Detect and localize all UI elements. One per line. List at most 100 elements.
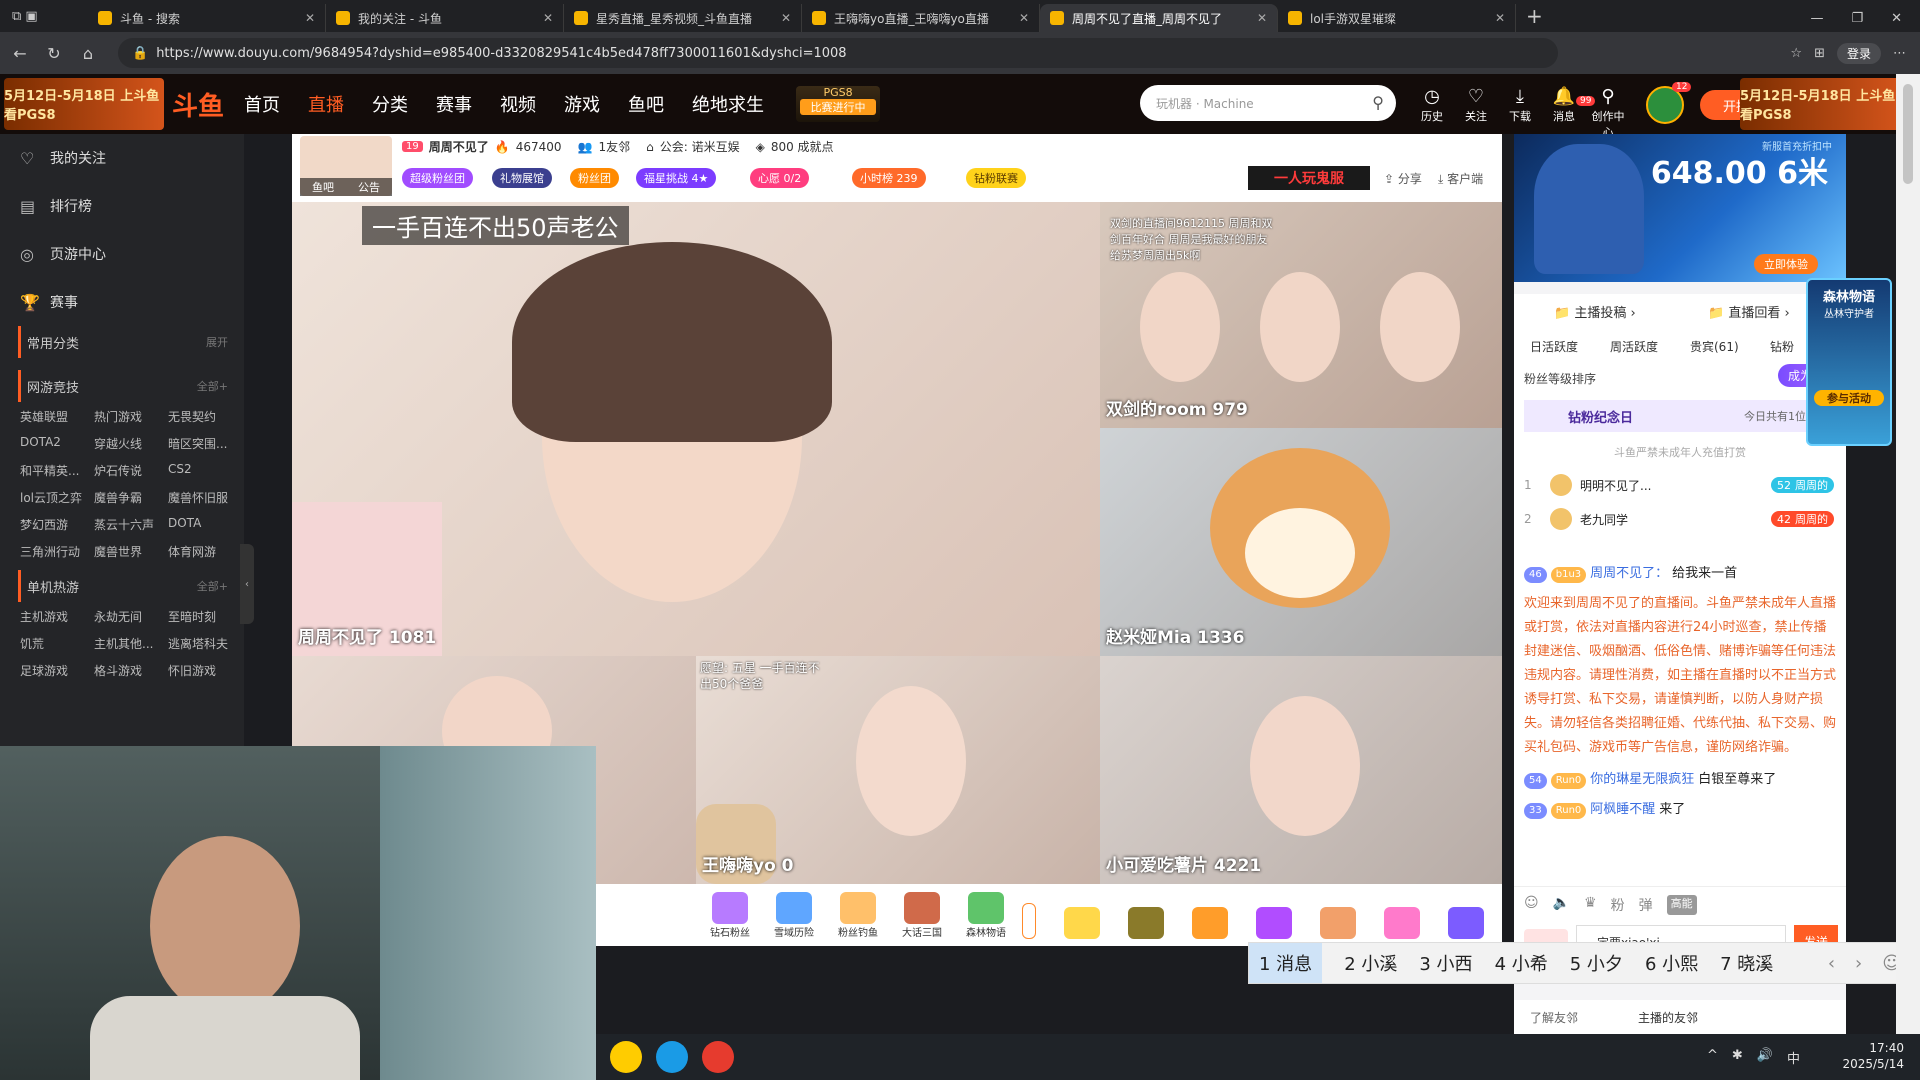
category-link[interactable]: lol云顶之弈 xyxy=(20,489,94,506)
emoji-icon[interactable]: ☺ xyxy=(1524,895,1539,915)
friends-value[interactable]: 主播的友邻 xyxy=(1638,1009,1698,1026)
window-controls[interactable]: — ❐ ✕ xyxy=(1810,11,1920,32)
promo-banner-left[interactable]: 5月12日-5月18日 上斗鱼看PGS8 xyxy=(4,78,164,130)
close-tab-icon[interactable]: ✕ xyxy=(543,11,553,25)
rank-row[interactable]: 1 明明不见了... 52 周周的 xyxy=(1524,470,1834,500)
app-icon-3[interactable] xyxy=(702,1041,734,1073)
category-link[interactable]: DOTA2 xyxy=(20,435,94,452)
collections-icon[interactable]: ⊞ xyxy=(1814,46,1825,61)
rank-tab[interactable]: 日活跃度 xyxy=(1530,338,1578,355)
category-link[interactable]: CS2 xyxy=(168,462,242,479)
room-badge[interactable]: 福星挑战 4★ xyxy=(636,168,717,188)
nav-item[interactable]: 视频 xyxy=(500,91,536,117)
category-link[interactable]: 主机游戏 xyxy=(20,608,94,625)
gift-item[interactable] xyxy=(1246,891,1302,939)
client-button[interactable]: ⤓ 客户端 xyxy=(1438,170,1483,187)
header-icon-button[interactable]: ⤓ 下载 xyxy=(1500,86,1540,124)
tray-chevron-icon[interactable]: ^ xyxy=(1707,1048,1718,1067)
ime-next-icon[interactable]: › xyxy=(1855,953,1862,974)
category-link[interactable]: 至暗时刻 xyxy=(168,608,242,625)
gift-item[interactable] xyxy=(1118,891,1174,939)
login-button[interactable]: 登录 xyxy=(1836,42,1881,64)
nav-item[interactable]: 游戏 xyxy=(564,91,600,117)
new-tab-button[interactable]: + xyxy=(1526,4,1543,28)
video-tile-5[interactable]: 愿望: 五星 一手百连不出50个爸爸 王嗨嗨yo 0 xyxy=(696,656,1100,884)
gift-item[interactable] xyxy=(1310,891,1366,939)
gift-item[interactable]: 钻石粉丝 xyxy=(702,891,758,939)
ime-candidate[interactable]: 7 晓溪 xyxy=(1720,950,1773,976)
rank-tab[interactable]: 周活跃度 xyxy=(1610,338,1658,355)
activity-tag[interactable]: 一人玩鬼服 xyxy=(1248,166,1370,190)
refresh-icon[interactable]: ↻ xyxy=(40,39,68,67)
rank-tab[interactable]: 贵宾(61) xyxy=(1690,338,1739,355)
edge-icon[interactable] xyxy=(656,1041,688,1073)
close-tab-icon[interactable]: ✕ xyxy=(781,11,791,25)
room-badge[interactable]: 钻粉联赛 xyxy=(966,168,1026,188)
url-field[interactable]: 🔒 https://www.douyu.com/9684954?dyshid=e9… xyxy=(118,38,1558,68)
nav-item[interactable]: 首页 xyxy=(244,91,280,117)
ime-candidate[interactable]: 5 小夕 xyxy=(1570,950,1623,976)
nav-item[interactable]: 赛事 xyxy=(436,91,472,117)
close-tab-icon[interactable]: ✕ xyxy=(1495,11,1505,25)
back-icon[interactable]: ← xyxy=(6,39,34,67)
close-tab-icon[interactable]: ✕ xyxy=(1257,11,1267,25)
ime-candidate[interactable]: 6 小熙 xyxy=(1645,950,1698,976)
ime-candidate[interactable]: 4 小希 xyxy=(1495,950,1548,976)
category-link[interactable]: 暗区突围... xyxy=(168,435,242,452)
category-link[interactable]: 无畏契约 xyxy=(168,408,242,425)
minimize-icon[interactable]: — xyxy=(1810,11,1823,26)
category-link[interactable]: 热门游戏 xyxy=(94,408,168,425)
ime-candidate[interactable]: 2 小溪 xyxy=(1344,950,1397,976)
category-link[interactable]: 三角洲行动 xyxy=(20,543,94,560)
category-link[interactable]: 魔兽争霸 xyxy=(94,489,168,506)
ime-candidate[interactable]: 1 消息 xyxy=(1249,943,1323,983)
tab-notice[interactable]: 公告 xyxy=(358,179,380,195)
anchor-name[interactable]: 周周不见了 xyxy=(429,138,489,155)
nav-item[interactable]: 分类 xyxy=(372,91,408,117)
window-controls-left[interactable]: ⧉ ▣ xyxy=(0,0,88,32)
chat-messages[interactable]: 46 b1u3 周周不见了： 给我来一首 欢迎来到周周不见了的直播间。斗鱼严禁未成年人直… xyxy=(1514,556,1846,886)
friends-label[interactable]: 了解友邻 xyxy=(1530,1009,1578,1026)
gift-item[interactable] xyxy=(1182,891,1238,939)
header-icon-button[interactable]: ⚲ 创作中心 xyxy=(1588,86,1628,140)
fans-online[interactable]: 1友邻 xyxy=(598,138,630,155)
category-link[interactable]: 英雄联盟 xyxy=(20,408,94,425)
category-link[interactable]: 梦幻西游 xyxy=(20,516,94,533)
category-link[interactable]: DOTA xyxy=(168,516,242,533)
browser-tab[interactable]: 我的关注 - 斗鱼 ✕ xyxy=(326,4,564,32)
category-link[interactable]: 主机其他... xyxy=(94,635,168,652)
category-link[interactable]: 逃离塔科夫 xyxy=(168,635,242,652)
more-icon[interactable]: ⋯ xyxy=(1893,46,1906,61)
gift-item[interactable] xyxy=(1054,891,1110,939)
browser-tab[interactable]: 斗鱼 - 搜索 ✕ xyxy=(88,4,326,32)
chat-username[interactable]: 你的琳星无限疯狂 xyxy=(1590,772,1694,787)
category-link[interactable]: 蒸云十六声 xyxy=(94,516,168,533)
site-logo[interactable]: 斗鱼 xyxy=(172,86,224,123)
bluetooth-icon[interactable]: ✱ xyxy=(1732,1048,1743,1067)
link-anchor-posts[interactable]: 📁 主播投稿 › xyxy=(1554,302,1636,321)
activity-cta[interactable]: 参与活动 xyxy=(1814,390,1884,406)
rank-row[interactable]: 2 老九同学 42 周周的 xyxy=(1524,504,1834,534)
room-badge[interactable]: 超级粉丝团 xyxy=(402,168,473,188)
app-icon-1[interactable] xyxy=(610,1041,642,1073)
header-icon-button[interactable]: ♡ 关注 xyxy=(1456,86,1496,124)
rank-tab[interactable]: 钻粉 xyxy=(1770,338,1794,355)
chat-message[interactable]: 54 Run0 你的琳星无限疯狂 白银至尊来了 xyxy=(1524,768,1836,792)
header-icon-button[interactable]: ◷ 历史 xyxy=(1412,86,1452,124)
ad-banner[interactable]: 新服首充折扣中 648.00 6米 立即体验 xyxy=(1514,134,1846,282)
gift-item[interactable]: 大话三国 xyxy=(894,891,950,939)
category-link[interactable]: 怀旧游戏 xyxy=(168,662,242,679)
nav-item[interactable]: 绝地求生 xyxy=(692,91,764,117)
sidebar-item[interactable]: 🏆 赛事 xyxy=(0,278,244,326)
sidebar-item[interactable]: ▤ 排行榜 xyxy=(0,182,244,230)
room-badge[interactable]: 粉丝团 xyxy=(570,168,619,188)
share-button[interactable]: ⇪ 分享 xyxy=(1384,170,1422,187)
fan-icon[interactable]: 粉 xyxy=(1611,895,1625,915)
category-link[interactable]: 格斗游戏 xyxy=(94,662,168,679)
gift-item[interactable]: 粉丝钓鱼 xyxy=(830,891,886,939)
crown-icon[interactable]: ♛ xyxy=(1584,895,1597,915)
category-link[interactable]: 饥荒 xyxy=(20,635,94,652)
home-icon[interactable]: ⌂ xyxy=(74,39,102,67)
category-link[interactable]: 和平精英... xyxy=(20,462,94,479)
high-energy-button[interactable]: 高能 xyxy=(1666,895,1697,915)
